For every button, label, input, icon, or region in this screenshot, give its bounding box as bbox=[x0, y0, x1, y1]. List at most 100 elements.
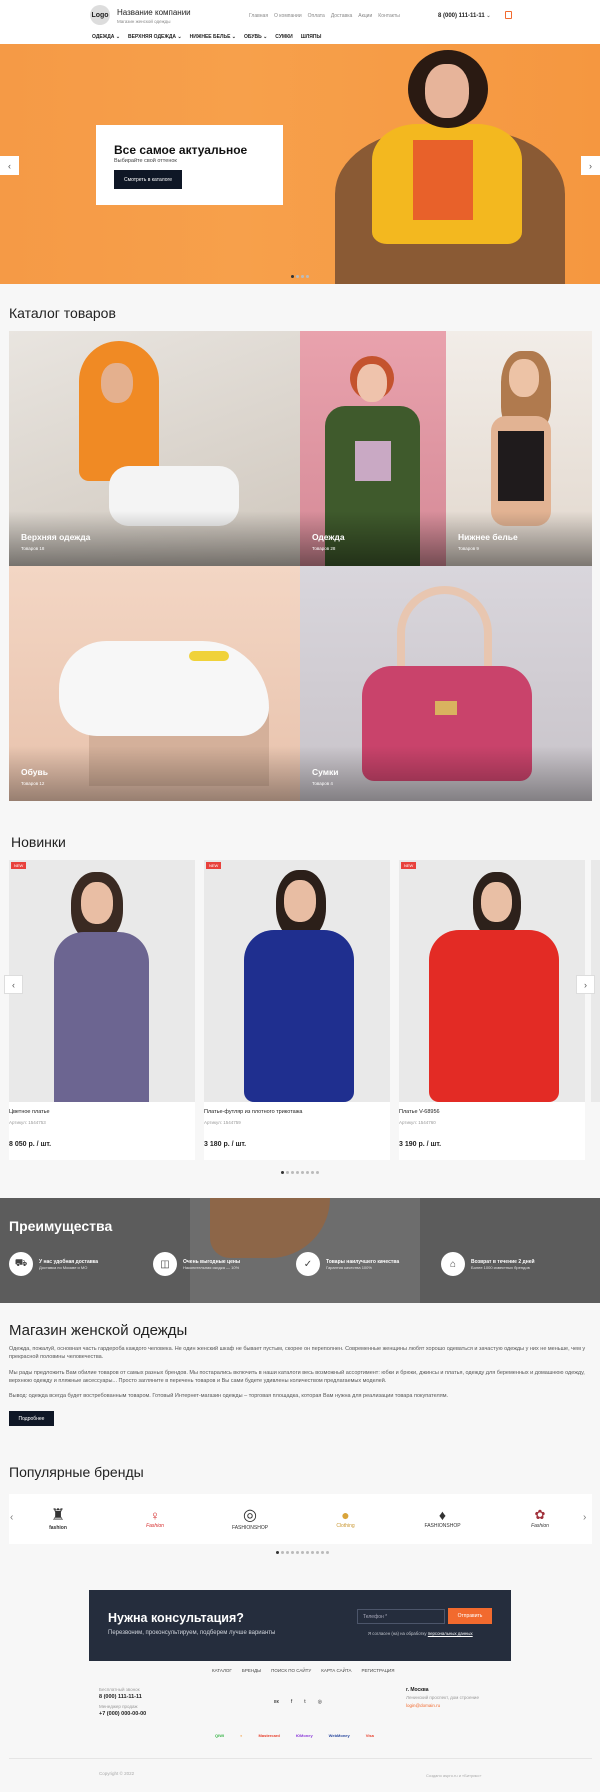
footer-nav-sitemap[interactable]: КАРТА САЙТА bbox=[321, 1668, 351, 1673]
nav-clothes[interactable]: ОДЕЖДА ⌄ bbox=[92, 34, 120, 40]
catalog-tile-clothes[interactable]: Одежда Товаров 28 bbox=[300, 331, 446, 566]
top-nav-main[interactable]: Главная bbox=[249, 13, 268, 19]
brands-dot-4[interactable] bbox=[291, 1551, 294, 1554]
brands-dot-3[interactable] bbox=[286, 1551, 289, 1554]
product-card[interactable]: NEW Платье V-68956 Артикул: 1544760 3 19… bbox=[399, 860, 585, 1160]
new-items-next-button[interactable]: › bbox=[576, 975, 595, 994]
footer-nav-catalog[interactable]: КАТАЛОГ bbox=[212, 1668, 232, 1673]
header-phone[interactable]: 8 (000) 111-11-11 ⌄ bbox=[438, 13, 491, 19]
catalog-title: Каталог товаров bbox=[9, 305, 116, 321]
top-nav-payment[interactable]: Оплата bbox=[308, 13, 325, 19]
hero-catalog-button[interactable]: Смотреть в каталоге bbox=[114, 170, 182, 189]
hero-dot-2[interactable] bbox=[296, 275, 299, 278]
hero-dot-1[interactable] bbox=[291, 275, 294, 278]
brands-next-button[interactable]: › bbox=[583, 1512, 586, 1523]
product-name[interactable]: Платье-футляр из плотного трикотажа bbox=[204, 1109, 302, 1115]
new-items-dot-8[interactable] bbox=[316, 1171, 319, 1174]
more-button[interactable]: Подробнее bbox=[9, 1411, 54, 1426]
brand-logo[interactable]: ◎ FASHIONSHOP bbox=[225, 1498, 275, 1538]
footer-nav-register[interactable]: РЕГИСТРАЦИЯ bbox=[361, 1668, 394, 1673]
new-items-dot-4[interactable] bbox=[296, 1171, 299, 1174]
footer-nav-search[interactable]: ПОИСК ПО САЙТУ bbox=[271, 1668, 311, 1673]
company-name[interactable]: Название компании bbox=[117, 8, 191, 17]
brands-dot-1[interactable] bbox=[276, 1551, 279, 1554]
instagram-icon[interactable]: ◎ bbox=[318, 1699, 322, 1705]
product-image[interactable] bbox=[204, 860, 390, 1102]
brand-logo[interactable]: ♜ fashion bbox=[38, 1500, 78, 1536]
new-badge: NEW bbox=[206, 862, 222, 869]
developer-credit[interactable]: Создано aspro.ru и «Битрикс» bbox=[426, 1773, 481, 1778]
brand-logo[interactable]: ♦ FASHIONSHOP bbox=[420, 1500, 465, 1536]
product-image[interactable] bbox=[9, 860, 195, 1102]
nav-hats[interactable]: ШЛЯПЫ bbox=[301, 34, 322, 40]
advantage-sub: Доставка по Москве и МО bbox=[39, 1264, 88, 1270]
phone-input[interactable]: Телефон * bbox=[357, 1609, 445, 1624]
hero-prev-button[interactable]: ‹ bbox=[0, 156, 19, 175]
consent-text: Я согласен (на) на обработку персональны… bbox=[368, 1631, 473, 1636]
hero-model-face bbox=[425, 64, 469, 118]
logo[interactable]: Logo bbox=[90, 5, 110, 25]
footer-nav-brands[interactable]: БРЕНДЫ bbox=[242, 1668, 261, 1673]
product-image[interactable] bbox=[399, 860, 585, 1102]
new-items-dot-2[interactable] bbox=[286, 1171, 289, 1174]
tile-label: Нижнее белье bbox=[458, 532, 518, 542]
tile-count: Товаров 9 bbox=[458, 546, 479, 551]
hero-dot-4[interactable] bbox=[306, 275, 309, 278]
brands-dot-8[interactable] bbox=[311, 1551, 314, 1554]
outerwear-hoodie bbox=[79, 341, 159, 481]
qiwi-logo: QIWI bbox=[215, 1733, 225, 1738]
brands-dot-10[interactable] bbox=[321, 1551, 324, 1554]
top-nav-contacts[interactable]: Контакты bbox=[378, 13, 400, 19]
catalog-tile-bags[interactable]: Сумки Товаров 4 bbox=[300, 566, 592, 801]
consent-link[interactable]: персональных данных bbox=[428, 1631, 473, 1636]
product-card[interactable]: NEW Цветное платье Артикул: 1544753 8 05… bbox=[9, 860, 195, 1160]
nav-shoes[interactable]: ОБУВЬ ⌄ bbox=[244, 34, 267, 40]
dress-icon: ♦ bbox=[438, 1507, 447, 1523]
product-name[interactable]: Платье V-68956 bbox=[399, 1109, 440, 1115]
new-items-dot-6[interactable] bbox=[306, 1171, 309, 1174]
new-items-dot-3[interactable] bbox=[291, 1171, 294, 1174]
brand-logo[interactable]: ✿ Fashion bbox=[520, 1500, 560, 1536]
footer-phone-2[interactable]: +7 (000) 000-00-00 bbox=[99, 1711, 146, 1717]
yoomoney-logo: ЮMoney bbox=[295, 1733, 313, 1738]
catalog-tile-shoes[interactable]: Обувь Товаров 12 bbox=[9, 566, 300, 801]
catalog-tile-outerwear[interactable]: Верхняя одежда Товаров 18 bbox=[9, 331, 300, 566]
product-name[interactable]: Цветное платье bbox=[9, 1109, 50, 1115]
new-items-dot-5[interactable] bbox=[301, 1171, 304, 1174]
nav-underwear[interactable]: НИЖНЕЕ БЕЛЬЕ ⌄ bbox=[190, 34, 236, 40]
vk-icon[interactable]: вк bbox=[274, 1699, 279, 1705]
brands-dot-9[interactable] bbox=[316, 1551, 319, 1554]
footer-email[interactable]: login@domain.ru bbox=[406, 1703, 440, 1708]
brand-logo[interactable]: ♀ Fashion bbox=[135, 1500, 175, 1536]
brand-logo[interactable]: ● Clothing bbox=[323, 1500, 368, 1536]
hero-dot-3[interactable] bbox=[301, 275, 304, 278]
new-items-dot-1[interactable] bbox=[281, 1171, 284, 1174]
top-nav-sales[interactable]: Акции bbox=[358, 13, 372, 19]
brands-prev-button[interactable]: ‹ bbox=[10, 1512, 13, 1523]
new-items-prev-button[interactable]: ‹ bbox=[4, 975, 23, 994]
main-nav: ОДЕЖДА ⌄ ВЕРХНЯЯ ОДЕЖДА ⌄ НИЖНЕЕ БЕЛЬЕ ⌄… bbox=[92, 34, 321, 40]
brands-dot-11[interactable] bbox=[326, 1551, 329, 1554]
telegram-icon[interactable]: t bbox=[304, 1699, 305, 1705]
check-circle-icon: ✓ bbox=[296, 1252, 320, 1276]
nav-outerwear[interactable]: ВЕРХНЯЯ ОДЕЖДА ⌄ bbox=[128, 34, 182, 40]
new-items-dot-7[interactable] bbox=[311, 1171, 314, 1174]
cart-icon[interactable] bbox=[505, 11, 512, 19]
product-card[interactable]: NEW Платье-футляр из плотного трикотажа … bbox=[204, 860, 390, 1160]
brands-dot-6[interactable] bbox=[301, 1551, 304, 1554]
top-nav-delivery[interactable]: Доставка bbox=[331, 13, 352, 19]
send-button[interactable]: Отправить bbox=[448, 1608, 492, 1624]
advantages-title: Преимущества bbox=[9, 1218, 113, 1234]
brands-dot-7[interactable] bbox=[306, 1551, 309, 1554]
footer-phone-1[interactable]: 8 (000) 111-11-11 bbox=[99, 1694, 142, 1700]
top-nav-about[interactable]: О компании bbox=[274, 13, 302, 19]
hanger-icon: ⌂ bbox=[441, 1252, 465, 1276]
facebook-icon[interactable]: f bbox=[291, 1699, 292, 1705]
brands-dot-2[interactable] bbox=[281, 1551, 284, 1554]
nav-bags[interactable]: СУМКИ bbox=[275, 34, 292, 40]
brands-dot-5[interactable] bbox=[296, 1551, 299, 1554]
nav-shoes-label: ОБУВЬ bbox=[244, 34, 262, 40]
consult-subtitle: Перезвоним, проконсультируем, подберем л… bbox=[108, 1630, 276, 1636]
catalog-tile-underwear[interactable]: Нижнее белье Товаров 9 bbox=[446, 331, 592, 566]
hero-next-button[interactable]: › bbox=[581, 156, 600, 175]
